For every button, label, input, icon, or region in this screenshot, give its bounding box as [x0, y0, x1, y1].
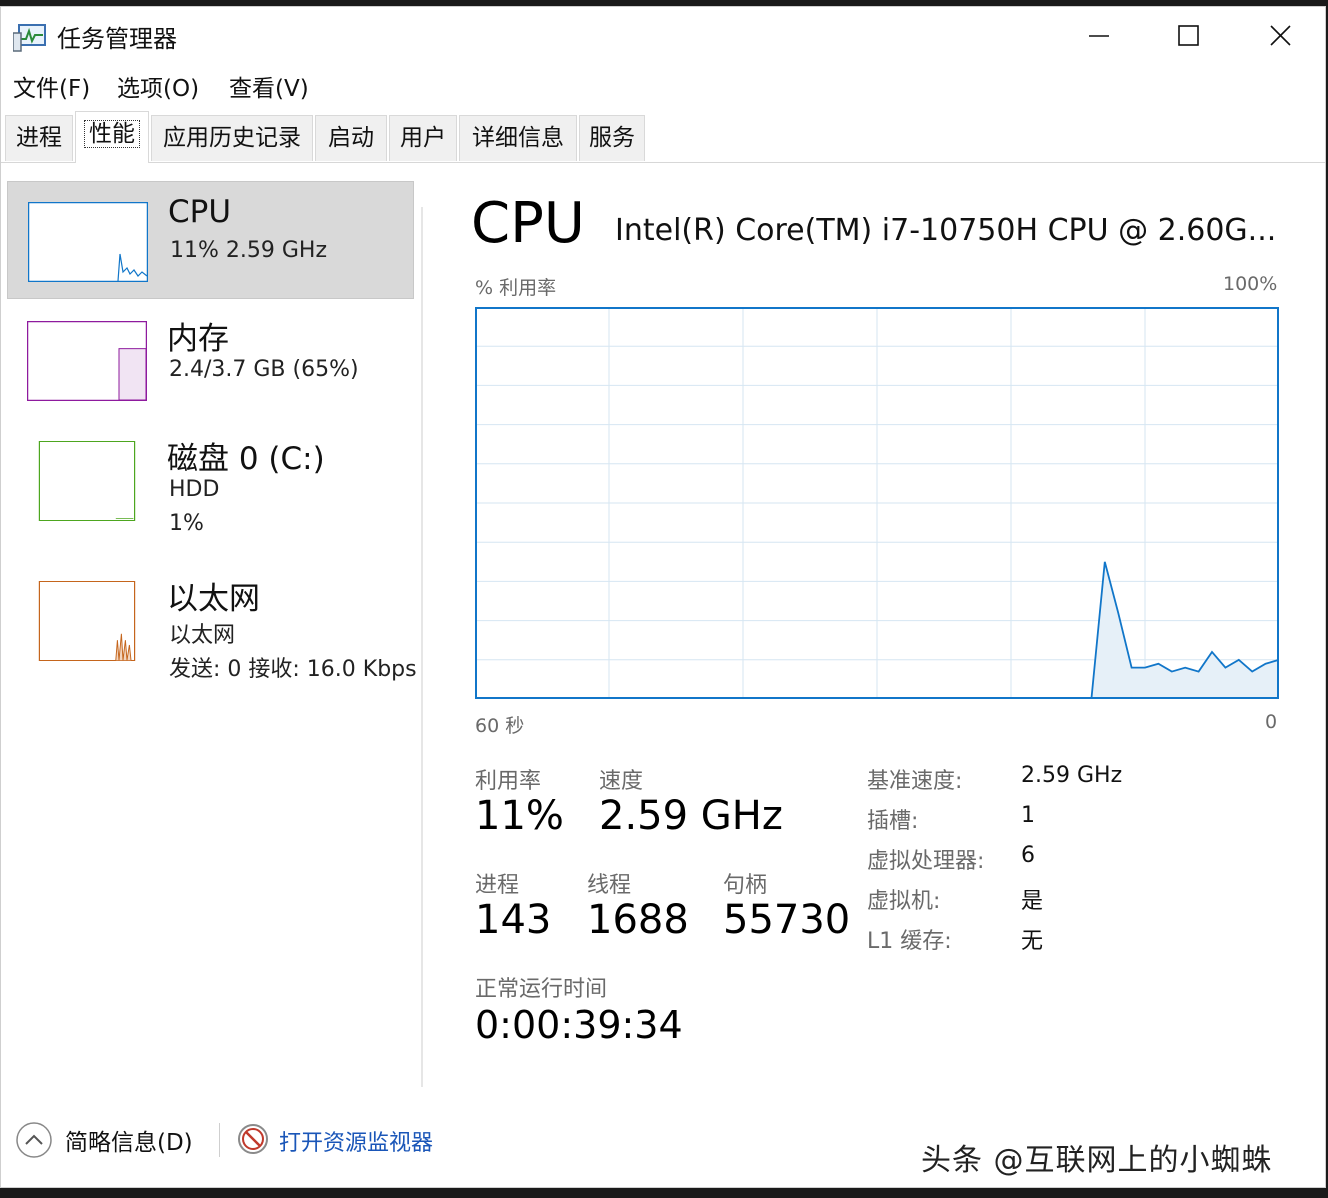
chevron-up-icon — [16, 1122, 52, 1158]
resource-title: 以太网 — [167, 581, 260, 617]
tab-label: 启动 — [328, 125, 374, 151]
y-axis-max: 100% — [1223, 273, 1278, 295]
tab-label: 性能 — [84, 120, 140, 148]
speed-value: 2.59 GHz — [599, 793, 783, 839]
sockets-value: 1 — [1021, 803, 1035, 828]
sockets-label: 插槽: — [867, 809, 919, 834]
resource-monitor-icon — [237, 1123, 269, 1155]
handles-value: 55730 — [723, 897, 851, 943]
utilization-value: 11% — [475, 793, 564, 839]
maximize-icon — [1178, 25, 1199, 46]
tab-bar: 进程 性能 应用历史记录 启动 用户 详细信息 服务 — [1, 111, 1325, 163]
processes-label: 进程 — [475, 873, 520, 898]
resource-detail: 11% 2.59 GHz — [170, 238, 328, 263]
open-resource-monitor-link[interactable]: 打开资源监视器 — [279, 1125, 433, 1157]
close-icon — [1270, 25, 1291, 46]
task-manager-window: 任务管理器 文件(F) 选项(O) 查看(V) 进程 性能 应用历史记录 启动 … — [0, 6, 1326, 1188]
fewer-details-label[interactable]: 简略信息(D) — [65, 1123, 193, 1157]
y-axis-label: % 利用率 — [475, 277, 557, 299]
speed-label: 速度 — [599, 769, 644, 794]
maximize-button[interactable] — [1159, 13, 1219, 59]
utilization-label: 利用率 — [475, 769, 542, 794]
resource-type: HDD — [169, 477, 220, 502]
menu-view[interactable]: 查看(V) — [227, 69, 311, 103]
tab-label: 应用历史记录 — [163, 125, 301, 151]
fewer-details-button[interactable] — [15, 1121, 53, 1159]
cpu-utilization-graph — [475, 307, 1279, 699]
cpu-series-area — [1091, 561, 1279, 699]
virtual-machine-value: 是 — [1021, 889, 1044, 914]
ethernet-thumbnail-graph — [27, 581, 147, 661]
virtual-processors-label: 虚拟处理器: — [867, 849, 985, 874]
memory-thumbnail-graph — [27, 321, 147, 401]
tab-label: 服务 — [589, 125, 635, 151]
threads-value: 1688 — [587, 897, 689, 943]
resource-adapter: 以太网 — [169, 623, 236, 648]
x-axis-end: 0 — [1265, 711, 1278, 733]
tab-processes[interactable]: 进程 — [5, 115, 73, 161]
resource-detail: 发送: 0 接收: 16.0 Kbps — [169, 657, 417, 682]
tab-label: 用户 — [400, 125, 446, 151]
task-manager-icon — [12, 23, 47, 53]
resource-title: 内存 — [167, 321, 229, 357]
x-axis-start: 60 秒 — [475, 715, 525, 737]
title-bar[interactable]: 任务管理器 — [1, 7, 1325, 63]
tab-performance[interactable]: 性能 — [75, 111, 149, 163]
disk-thumbnail-graph — [27, 441, 147, 521]
l1-cache-value: 无 — [1021, 929, 1044, 954]
resource-title: 磁盘 0 (C:) — [167, 441, 325, 477]
page-title: CPU — [471, 191, 585, 256]
menu-bar: 文件(F) 选项(O) 查看(V) — [1, 67, 1325, 107]
minimize-button[interactable] — [1069, 13, 1129, 59]
resource-disk[interactable]: 磁盘 0 (C:) HDD 1% — [7, 421, 414, 539]
base-speed-label: 基准速度: — [867, 769, 963, 794]
menu-options[interactable]: 选项(O) — [115, 69, 201, 103]
resource-title: CPU — [168, 194, 232, 230]
window-title: 任务管理器 — [57, 25, 177, 53]
menu-file[interactable]: 文件(F) — [11, 69, 92, 103]
tab-startup[interactable]: 启动 — [315, 115, 387, 161]
resource-ethernet[interactable]: 以太网 以太网 发送: 0 接收: 16.0 Kbps — [7, 561, 417, 682]
processes-value: 143 — [475, 897, 552, 943]
resource-detail: 1% — [169, 511, 204, 536]
uptime-label: 正常运行时间 — [475, 977, 608, 1002]
tab-services[interactable]: 服务 — [579, 115, 645, 161]
close-button[interactable] — [1251, 13, 1311, 59]
footer-divider — [219, 1123, 220, 1157]
l1-cache-label: L1 缓存: — [867, 929, 952, 954]
panel-splitter[interactable] — [421, 207, 423, 1087]
base-speed-value: 2.59 GHz — [1021, 763, 1123, 788]
virtual-processors-value: 6 — [1021, 843, 1035, 868]
minimize-icon — [1089, 35, 1109, 37]
cpu-thumbnail-graph — [28, 202, 148, 282]
threads-label: 线程 — [587, 873, 632, 898]
resource-cpu[interactable]: CPU 11% 2.59 GHz — [7, 181, 414, 299]
cpu-model: Intel(R) Core(TM) i7-10750H CPU @ 2.60G.… — [615, 213, 1277, 248]
resource-detail: 2.4/3.7 GB (65%) — [169, 357, 359, 382]
tab-details[interactable]: 详细信息 — [459, 115, 577, 161]
resource-list: CPU 11% 2.59 GHz 内存 2.4/3.7 GB (65%) 磁盘 … — [7, 181, 419, 1101]
tab-app-history[interactable]: 应用历史记录 — [151, 115, 313, 161]
tab-label: 进程 — [16, 125, 62, 151]
virtual-machine-label: 虚拟机: — [867, 889, 941, 914]
tab-users[interactable]: 用户 — [389, 115, 457, 161]
watermark: 头条 @互联网上的小蜘蛛 — [921, 1143, 1273, 1178]
tab-label: 详细信息 — [472, 125, 564, 151]
handles-label: 句柄 — [723, 873, 768, 898]
uptime-value: 0:00:39:34 — [475, 1003, 683, 1047]
resource-memory[interactable]: 内存 2.4/3.7 GB (65%) — [7, 301, 414, 419]
